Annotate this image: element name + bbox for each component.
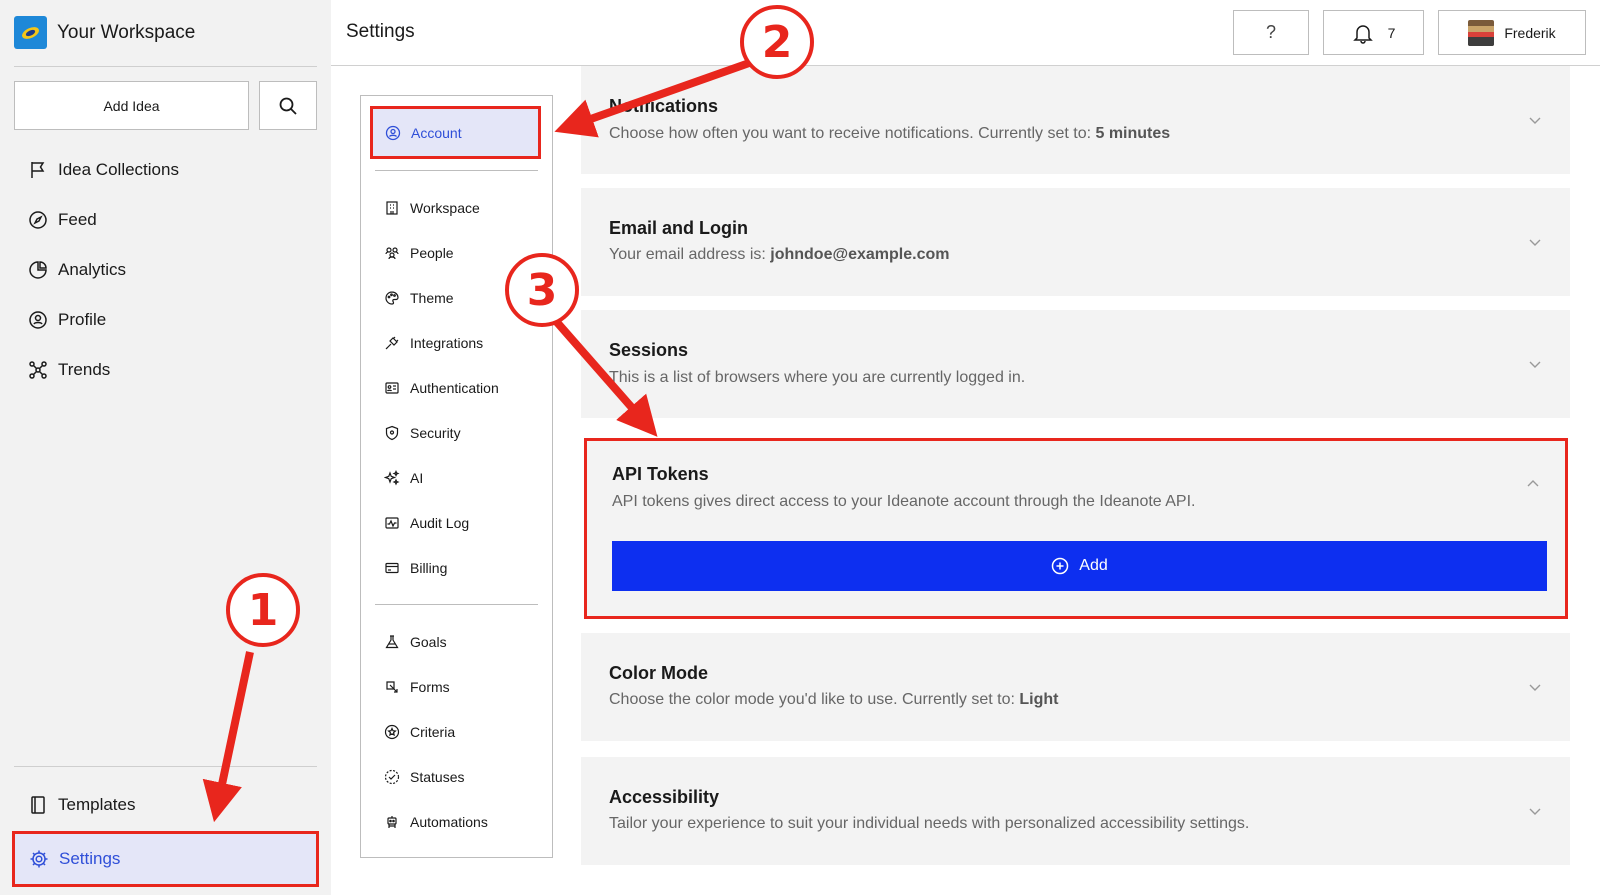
arrow-to-api-tokens (551, 317, 658, 437)
annotation-arrows (202, 58, 754, 823)
arrow-to-account (554, 58, 754, 138)
annotation-step-1: 1 (226, 573, 300, 647)
annotation-step-2: 2 (740, 5, 814, 79)
annotation-step-3: 3 (505, 253, 579, 327)
arrow-to-settings (202, 651, 254, 823)
